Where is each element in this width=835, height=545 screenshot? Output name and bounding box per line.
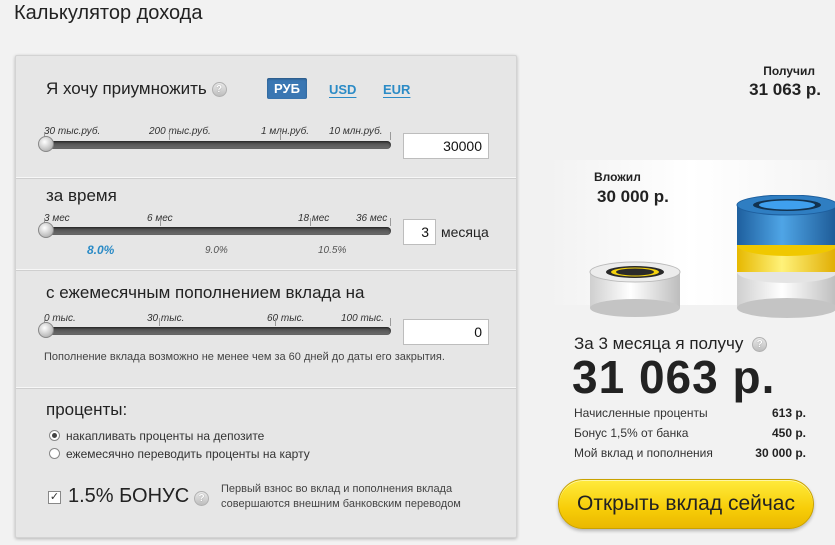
amount-title: Я хочу приумножить ? xyxy=(46,79,227,99)
interest-title: проценты: xyxy=(46,400,128,419)
interest-section: проценты: накапливать проценты на депози… xyxy=(16,388,516,539)
amount-input[interactable]: 30000 xyxy=(403,133,489,159)
amount-tick-label: 1 млн.руб. xyxy=(261,126,309,137)
topup-tick-label: 30 тыс. xyxy=(147,313,185,324)
breakdown-row: Начисленные проценты 613 р. xyxy=(574,406,806,420)
topup-slider[interactable] xyxy=(38,318,391,338)
breakdown-value: 30 000 р. xyxy=(755,446,806,460)
received-label: Получил xyxy=(763,64,815,78)
slider-tick xyxy=(159,318,160,326)
radio-selected[interactable] xyxy=(49,430,60,441)
bonus-checkbox[interactable]: ✓ xyxy=(48,491,61,504)
slider-handle[interactable] xyxy=(38,136,54,152)
term-tick-label: 36 мес xyxy=(356,213,388,224)
help-icon[interactable]: ? xyxy=(211,82,227,98)
term-slider[interactable] xyxy=(38,218,391,238)
rate-label-active: 8.0% xyxy=(87,243,115,257)
interest-option-transfer[interactable]: ежемесячно переводить проценты на карту xyxy=(49,447,310,461)
breakdown-row: Мой вклад и пополнения 30 000 р. xyxy=(574,446,806,460)
breakdown-label: Мой вклад и пополнения xyxy=(574,446,713,460)
bonus-note: Первый взнос во вклад и пополнения вклад… xyxy=(221,483,461,510)
currency-tab-eur[interactable]: EUR xyxy=(383,82,410,97)
invested-label: Вложил xyxy=(594,170,641,184)
slider-handle[interactable] xyxy=(38,322,54,338)
rate-label: 10.5% xyxy=(318,245,347,256)
currency-tab-usd[interactable]: USD xyxy=(329,82,356,97)
slider-tick xyxy=(160,218,161,226)
amount-tick-label: 200 тыс.руб. xyxy=(149,126,211,137)
topup-tick-label: 100 тыс. xyxy=(341,313,384,324)
interest-option-accumulate[interactable]: накапливать проценты на депозите xyxy=(49,429,264,443)
total-amount: 31 063 р. xyxy=(572,351,776,403)
interest-option-label: накапливать проценты на депозите xyxy=(66,429,265,443)
amount-slider[interactable] xyxy=(38,132,391,152)
slider-tick xyxy=(169,132,170,140)
topup-note: Пополнение вклада возможно не менее чем … xyxy=(44,351,445,363)
term-input[interactable]: 3 xyxy=(403,219,436,245)
breakdown-label: Начисленные проценты xyxy=(574,406,708,420)
coin-stack-icon xyxy=(589,195,835,318)
radio[interactable] xyxy=(49,448,60,459)
open-deposit-button[interactable]: Открыть вклад сейчас xyxy=(558,479,814,529)
slider-tick xyxy=(390,218,391,226)
breakdown-value: 450 р. xyxy=(771,426,806,440)
term-unit: месяца xyxy=(441,224,489,240)
topup-section: с ежемесячным пополнением вклада на 0 ты… xyxy=(16,270,516,388)
slider-tick xyxy=(390,318,391,326)
rate-label: 9.0% xyxy=(205,245,228,256)
breakdown-label: Бонус 1,5% от банка xyxy=(574,426,689,440)
amount-section: Я хочу приумножить ? РУБ USD EUR 30 тыс.… xyxy=(16,56,516,178)
slider-tick xyxy=(310,218,311,226)
help-icon[interactable]: ? xyxy=(194,491,209,506)
received-value: 31 063 р. xyxy=(749,80,821,99)
slider-tick xyxy=(280,132,281,140)
slider-handle[interactable] xyxy=(38,222,54,238)
received-coin-stack xyxy=(736,195,835,318)
breakdown-value: 613 р. xyxy=(771,406,806,420)
topup-tick-label: 60 тыс. xyxy=(267,313,305,324)
topup-title: с ежемесячным пополнением вклада на xyxy=(46,283,365,302)
amount-title-text: Я хочу приумножить xyxy=(46,79,207,98)
calculator-panel: Я хочу приумножить ? РУБ USD EUR 30 тыс.… xyxy=(15,55,517,538)
page-title: Калькулятор дохода xyxy=(14,2,203,24)
breakdown-row: Бонус 1,5% от банка 450 р. xyxy=(574,426,806,440)
term-tick-label: 18 мес xyxy=(298,213,330,224)
topup-input[interactable]: 0 xyxy=(403,319,489,345)
interest-option-label: ежемесячно переводить проценты на карту xyxy=(66,447,310,461)
amount-tick-label: 10 млн.руб. xyxy=(329,126,383,137)
currency-tab-rub[interactable]: РУБ xyxy=(267,78,307,99)
bonus-label: 1.5% БОНУС xyxy=(68,485,190,507)
slider-tick xyxy=(390,132,391,140)
slider-tick xyxy=(275,318,276,326)
invested-coin-stack xyxy=(589,261,681,317)
term-title: за время xyxy=(46,186,117,205)
amount-tick-label: 30 тыс.руб. xyxy=(44,126,101,137)
term-section: за время 3 мес 6 мес 18 мес 36 мес 8.0% … xyxy=(16,178,516,270)
